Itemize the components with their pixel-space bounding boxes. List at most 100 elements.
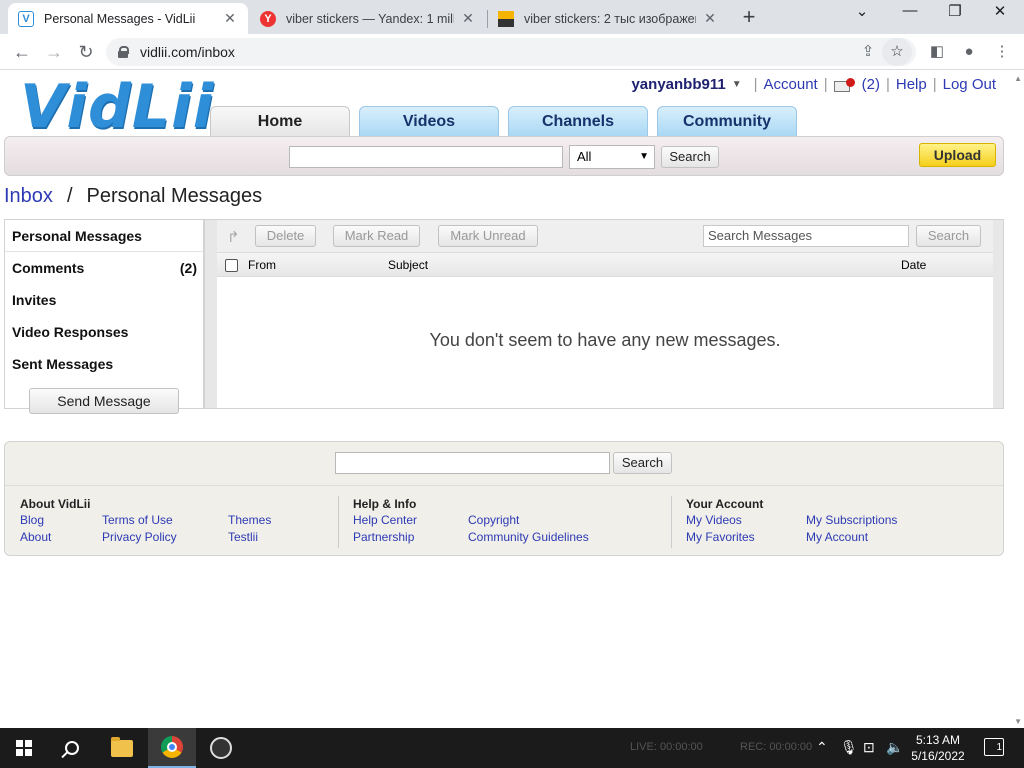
username-link[interactable]: yanyanbb911	[631, 76, 725, 93]
footer-help-title: Help & Info	[353, 497, 417, 511]
browser-toolbar: ← → ↻ vidlii.com/inbox ⇪ ☆ ◧ ● ⋮	[0, 34, 1024, 70]
mark-unread-button[interactable]: Mark Unread	[438, 225, 538, 247]
footer-link-my-account[interactable]: My Account	[806, 530, 868, 544]
volume-icon[interactable]: 🔈	[886, 739, 903, 756]
start-button[interactable]	[0, 728, 48, 768]
sidebar-item-label: Personal Messages	[12, 228, 142, 244]
browser-tab-images[interactable]: viber stickers: 2 тыс изображени ✕	[488, 3, 728, 34]
footer-link-blog[interactable]: Blog	[20, 513, 44, 527]
taskbar-search-button[interactable]	[48, 728, 96, 768]
close-window-button[interactable]: ✕	[980, 2, 1020, 20]
footer-link-copyright[interactable]: Copyright	[468, 513, 519, 527]
column-date[interactable]: Date	[901, 258, 926, 272]
footer-link-terms[interactable]: Terms of Use	[102, 513, 173, 527]
nav-tab-channels[interactable]: Channels	[508, 106, 648, 137]
tab-title: viber stickers: 2 тыс изображени	[524, 11, 696, 26]
vidlii-icon: V	[18, 10, 34, 27]
site-search-button[interactable]: Search	[661, 146, 719, 168]
image-icon	[498, 10, 514, 27]
page: VidLii yanyanbb911 ▼ | Account | (2) | H…	[0, 71, 1024, 728]
account-link[interactable]: Account	[764, 76, 818, 93]
scroll-up-icon[interactable]: ▲	[1014, 74, 1022, 83]
taskbar-obs[interactable]	[197, 728, 245, 768]
footer-link-community-guidelines[interactable]: Community Guidelines	[468, 530, 589, 544]
messages-header-row: From Subject Date	[217, 253, 993, 277]
nav-tab-community[interactable]: Community	[657, 106, 797, 137]
nav-tab-home[interactable]: Home	[210, 106, 350, 137]
select-all-checkbox[interactable]	[225, 259, 238, 272]
send-message-button[interactable]: Send Message	[29, 388, 179, 414]
column-from[interactable]: From	[248, 258, 276, 272]
close-tab-icon[interactable]: ✕	[460, 10, 476, 27]
message-count-link[interactable]: (2)	[862, 76, 880, 93]
messages-panel: ↱ Delete Mark Read Mark Unread Search Me…	[204, 219, 1004, 409]
footer-search-input[interactable]	[335, 452, 610, 474]
forward-icon[interactable]: ↱	[227, 228, 240, 246]
close-tab-icon[interactable]: ✕	[702, 10, 718, 27]
tab-search-button[interactable]: ⌄	[842, 2, 882, 20]
sidebar-item-invites[interactable]: Invites	[5, 284, 203, 316]
microphone-icon[interactable]: 🎙	[840, 739, 858, 756]
help-link[interactable]: Help	[896, 76, 927, 93]
column-subject[interactable]: Subject	[388, 258, 428, 272]
nav-tab-videos[interactable]: Videos	[359, 106, 499, 137]
footer-link-my-subscriptions[interactable]: My Subscriptions	[806, 513, 897, 527]
profile-icon[interactable]: ●	[957, 40, 981, 64]
site-search-bar: All ▼ Search Upload	[4, 136, 1004, 176]
chevron-up-icon[interactable]: ⌃	[816, 739, 828, 756]
tab-title: Personal Messages - VidLii	[44, 11, 196, 26]
sidebar-item-video-responses[interactable]: Video Responses	[5, 316, 203, 348]
back-arrow-icon[interactable]: ←	[10, 40, 34, 64]
menu-kebab-icon[interactable]: ⋮	[990, 40, 1014, 64]
footer-link-help-center[interactable]: Help Center	[353, 513, 417, 527]
minimize-button[interactable]: —	[890, 2, 930, 19]
search-messages-button[interactable]: Search	[916, 225, 981, 247]
footer-divider	[671, 496, 672, 548]
logout-link[interactable]: Log Out	[943, 76, 996, 93]
breadcrumb-inbox-link[interactable]: Inbox	[4, 185, 53, 207]
taskbar-file-explorer[interactable]	[98, 728, 146, 768]
sidebar-item-comments[interactable]: Comments (2)	[5, 252, 203, 284]
upload-button[interactable]: Upload	[919, 143, 996, 167]
footer-link-partnership[interactable]: Partnership	[353, 530, 414, 544]
browser-tab-vidlii[interactable]: V Personal Messages - VidLii ✕	[8, 3, 248, 34]
network-icon[interactable]: ⊡	[863, 739, 875, 756]
site-logo[interactable]: VidLii	[20, 75, 214, 139]
scroll-down-icon[interactable]: ▼	[1014, 717, 1022, 726]
bookmark-star-icon[interactable]: ☆	[885, 40, 909, 64]
browser-tab-yandex[interactable]: Y viber stickers — Yandex: 1 million ✕	[250, 3, 486, 34]
footer-link-my-videos[interactable]: My Videos	[686, 513, 742, 527]
address-bar[interactable]: vidlii.com/inbox	[106, 38, 916, 66]
sidebar-item-personal-messages[interactable]: Personal Messages	[5, 220, 203, 252]
share-icon[interactable]: ⇪	[856, 40, 880, 64]
obs-icon	[210, 737, 232, 759]
url-text: vidlii.com/inbox	[140, 44, 235, 60]
close-tab-icon[interactable]: ✕	[222, 10, 238, 27]
footer-link-testlii[interactable]: Testlii	[228, 530, 258, 544]
sidebar-item-sent-messages[interactable]: Sent Messages	[5, 348, 203, 380]
notification-center-icon[interactable]: 1	[984, 738, 1004, 756]
restore-button[interactable]: ❐	[935, 2, 975, 20]
footer-link-about[interactable]: About	[20, 530, 51, 544]
forward-arrow-icon[interactable]: →	[42, 40, 66, 64]
mail-icon[interactable]	[833, 77, 856, 92]
reload-icon[interactable]: ↻	[74, 40, 98, 64]
side-panel-icon[interactable]: ◧	[925, 40, 949, 64]
search-category-select[interactable]: All ▼	[569, 145, 655, 169]
footer-link-my-favorites[interactable]: My Favorites	[686, 530, 755, 544]
chevron-down-icon[interactable]: ▼	[732, 79, 742, 90]
site-search-input[interactable]	[289, 146, 563, 168]
lock-icon[interactable]	[118, 46, 129, 58]
mark-read-button[interactable]: Mark Read	[333, 225, 420, 247]
breadcrumb-separator: /	[66, 185, 73, 207]
comments-count-badge: (2)	[179, 260, 197, 276]
delete-button[interactable]: Delete	[255, 225, 316, 247]
page-scrollbar[interactable]: ▲ ▼	[1011, 71, 1024, 728]
footer-link-privacy[interactable]: Privacy Policy	[102, 530, 177, 544]
new-tab-button[interactable]: +	[736, 4, 762, 30]
taskbar-chrome[interactable]	[148, 728, 196, 768]
footer-search-button[interactable]: Search	[613, 452, 672, 474]
system-clock[interactable]: 5:13 AM 5/16/2022	[908, 732, 968, 764]
footer-link-themes[interactable]: Themes	[228, 513, 271, 527]
search-messages-input[interactable]: Search Messages	[703, 225, 909, 247]
